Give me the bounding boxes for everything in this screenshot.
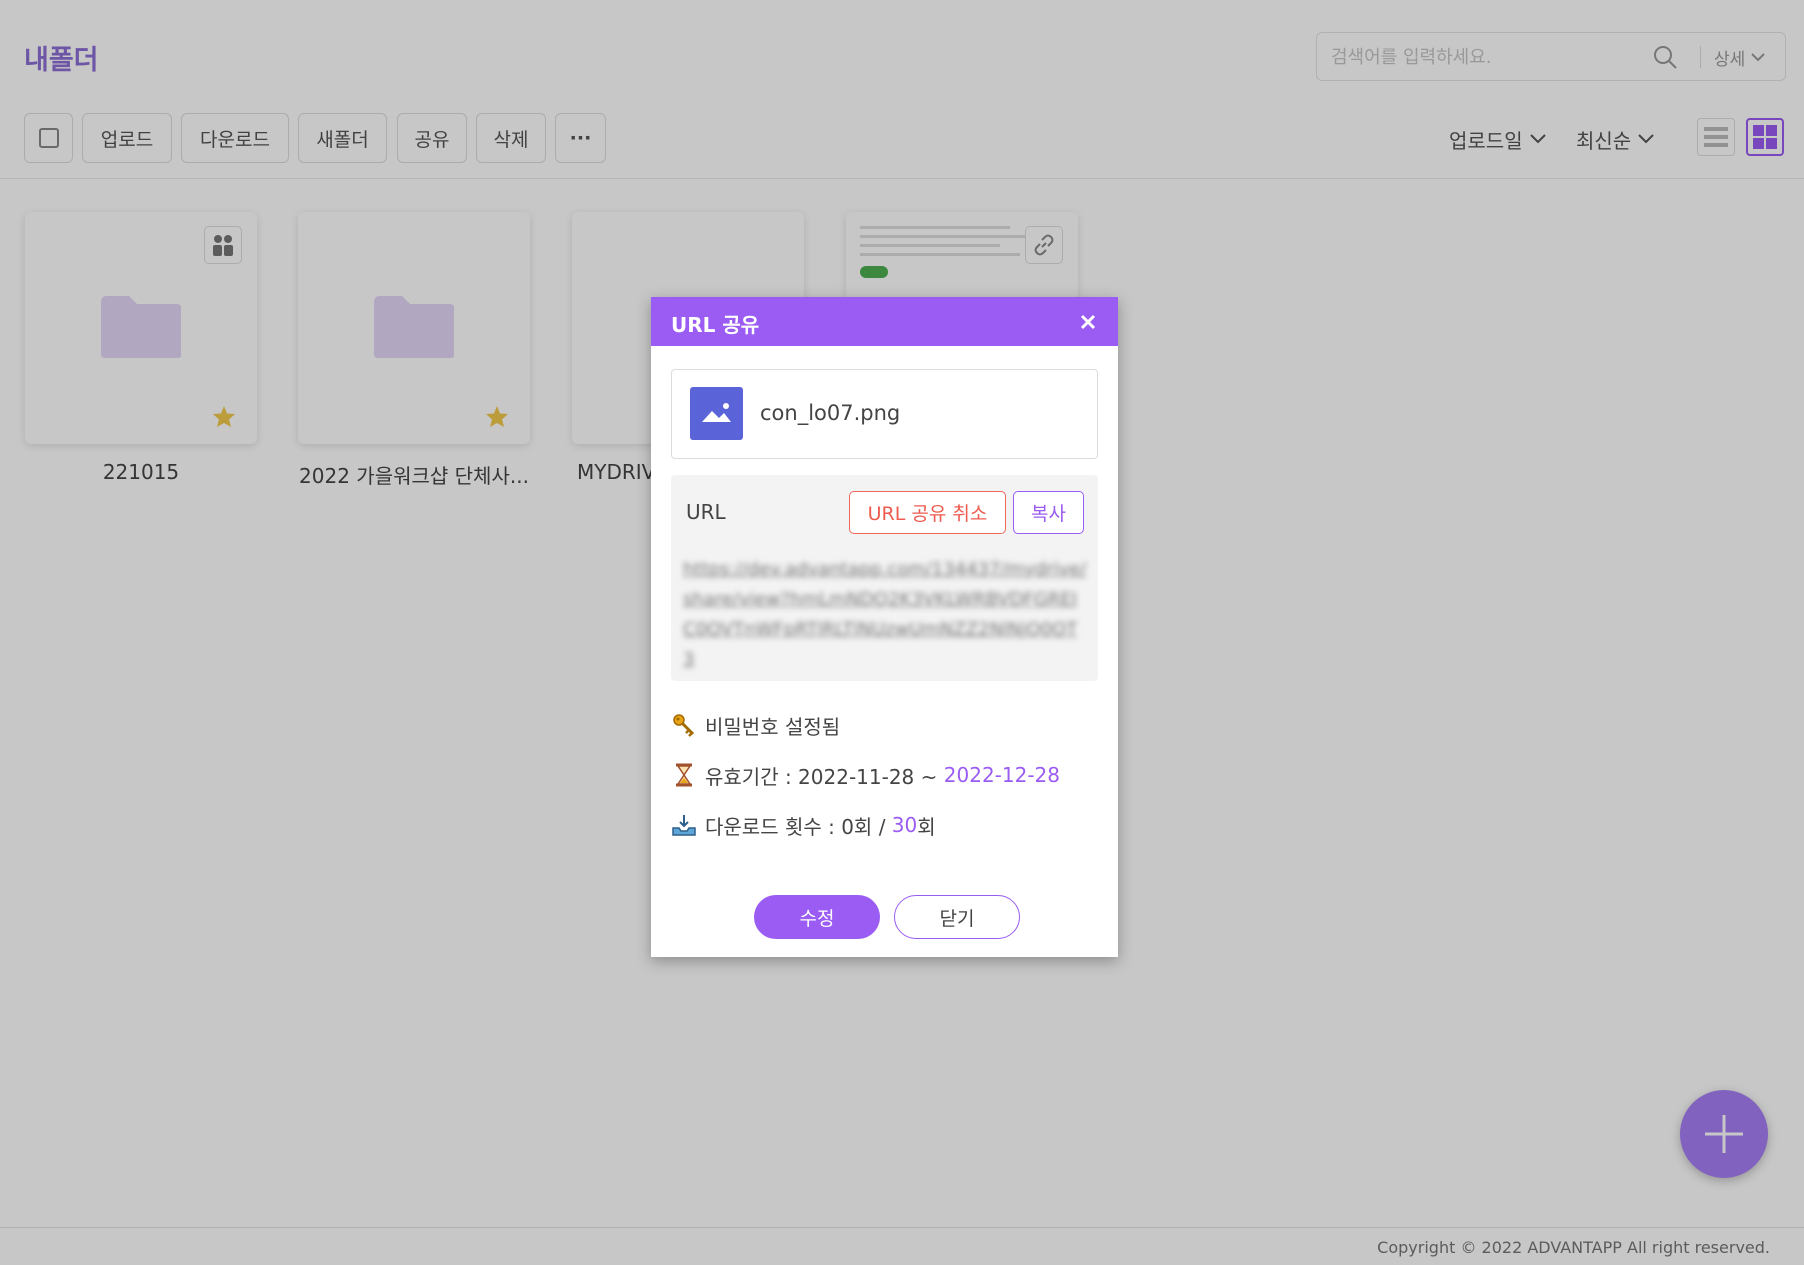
password-row: 비밀번호 설정됨 xyxy=(671,710,840,740)
password-status: 비밀번호 설정됨 xyxy=(705,714,841,739)
validity-period-end: 2022-12-28 xyxy=(943,763,1060,787)
validity-period-label: 유효기간 : 2022-11-28 ~ xyxy=(705,764,944,789)
url-share-modal: URL 공유 con_lo07.png URL URL 공유 취소 복사 htt… xyxy=(651,297,1118,957)
share-url-text[interactable]: https://dev.advantapp.com/134437/mydrive… xyxy=(683,555,1087,670)
download-limit: 30 xyxy=(891,813,918,837)
validity-period-row: 유효기간 : 2022-11-28 ~ 2022-12-28 xyxy=(671,760,1060,790)
close-button[interactable]: 닫기 xyxy=(894,895,1020,939)
hourglass-icon xyxy=(671,762,697,788)
cancel-url-share-button[interactable]: URL 공유 취소 xyxy=(849,491,1006,534)
key-icon xyxy=(671,712,697,738)
close-icon[interactable] xyxy=(1077,311,1099,333)
download-count-label: 다운로드 횟수 : 0회 / xyxy=(705,814,892,839)
download-limit-suffix: 회 xyxy=(917,814,936,839)
image-file-thumbnail xyxy=(690,387,743,440)
url-label: URL xyxy=(686,500,726,524)
modal-header: URL 공유 xyxy=(651,297,1118,346)
download-count-row: 다운로드 횟수 : 0회 / 30 회 xyxy=(671,810,936,840)
shared-file-box: con_lo07.png xyxy=(671,369,1098,459)
modal-title: URL 공유 xyxy=(671,313,760,337)
download-tray-icon xyxy=(671,812,697,838)
edit-button[interactable]: 수정 xyxy=(754,895,880,939)
copy-url-button[interactable]: 복사 xyxy=(1013,491,1084,534)
shared-file-name: con_lo07.png xyxy=(760,401,901,425)
image-icon xyxy=(702,403,731,422)
url-box: URL URL 공유 취소 복사 https://dev.advantapp.c… xyxy=(671,475,1098,681)
